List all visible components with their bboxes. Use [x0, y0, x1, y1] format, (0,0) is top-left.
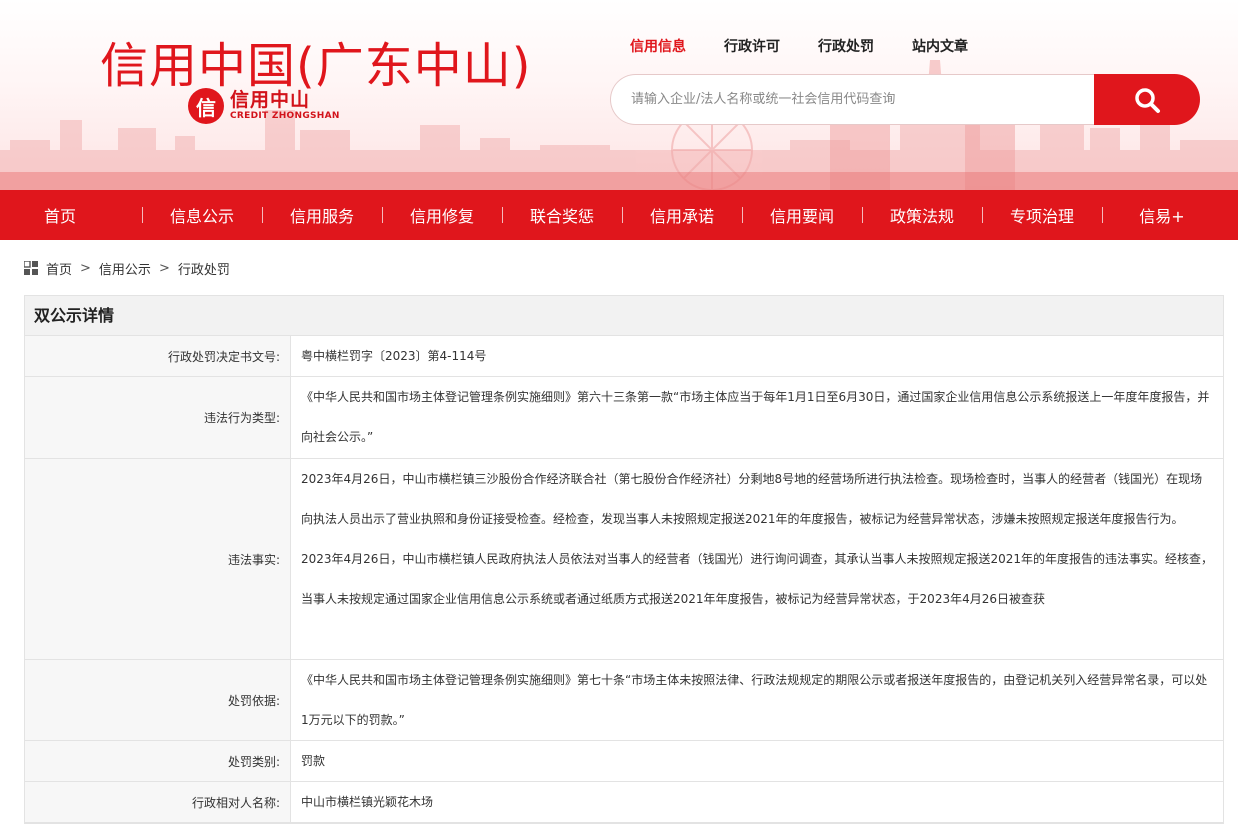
nav-info-publicity[interactable]: 信息公示: [142, 203, 262, 227]
nav-credit-service[interactable]: 信用服务: [262, 203, 382, 227]
detail-row-penalty-category: 处罚类别: 罚款: [25, 741, 1223, 782]
nav-credit-commitment[interactable]: 信用承诺: [622, 203, 742, 227]
main-nav: 首页 信息公示 信用服务 信用修复 联合奖惩 信用承诺 信用要闻 政策法规 专项…: [0, 190, 1238, 240]
top-links: 信用信息 行政许可 行政处罚 站内文章: [630, 36, 1006, 56]
row-value: 《中华人民共和国市场主体登记管理条例实施细则》第六十三条第一款“市场主体应当于每…: [301, 390, 1210, 444]
row-value: 2023年4月26日，中山市横栏镇三沙股份合作经济联合社（第七股份合作经济社）分…: [301, 472, 1213, 606]
panel-title: 双公示详情: [25, 296, 1223, 336]
detail-row-decision-number: 行政处罚决定书文号: 粤中横栏罚字〔2023〕第4-114号: [25, 336, 1223, 377]
row-label: 行政相对人名称:: [25, 782, 291, 822]
logo-english: CREDIT ZHONGSHAN: [230, 110, 340, 121]
site-header: 信用中国(广东中山) 信 信用中山 CREDIT ZHONGSHAN 信用信息 …: [0, 0, 1238, 190]
breadcrumb-separator: >: [158, 260, 170, 276]
row-label: 处罚依据:: [25, 660, 291, 740]
site-logo[interactable]: 信 信用中山 CREDIT ZHONGSHAN: [188, 88, 340, 124]
search-button[interactable]: [1094, 74, 1200, 125]
nav-joint-reward-punish[interactable]: 联合奖惩: [502, 203, 622, 227]
top-link-site-articles[interactable]: 站内文章: [912, 36, 968, 56]
row-label: 违法行为类型:: [25, 377, 291, 458]
top-link-credit-info[interactable]: 信用信息: [630, 36, 686, 56]
row-value: 《中华人民共和国市场主体登记管理条例实施细则》第七十条“市场主体未按照法律、行政…: [301, 673, 1208, 727]
search-icon: [1135, 87, 1160, 113]
detail-row-penalty-basis: 处罚依据: 《中华人民共和国市场主体登记管理条例实施细则》第七十条“市场主体未按…: [25, 660, 1223, 741]
detail-row-counterparty-name: 行政相对人名称: 中山市横栏镇光颖花木场: [25, 782, 1223, 823]
site-title[interactable]: 信用中国(广东中山): [100, 26, 531, 96]
detail-row-violation-facts: 违法事实: 2023年4月26日，中山市横栏镇三沙股份合作经济联合社（第七股份合…: [25, 459, 1223, 660]
top-link-admin-license[interactable]: 行政许可: [724, 36, 780, 56]
breadcrumb-separator: >: [80, 260, 91, 276]
nav-home[interactable]: 首页: [0, 203, 142, 227]
nav-credit-news[interactable]: 信用要闻: [742, 203, 862, 227]
row-value: 罚款: [301, 754, 326, 768]
nav-policy-regulations[interactable]: 政策法规: [862, 203, 982, 227]
logo-chinese: 信用中山: [230, 88, 311, 111]
nav-credit-repair[interactable]: 信用修复: [382, 203, 502, 227]
row-label: 违法事实:: [25, 459, 291, 659]
breadcrumb: 首页 > 信用公示 > 行政处罚: [0, 240, 1238, 296]
row-value: 中山市横栏镇光颖花木场: [301, 795, 434, 809]
logo-mark-icon: 信: [188, 88, 224, 124]
grid-icon: [24, 261, 38, 275]
row-value: 粤中横栏罚字〔2023〕第4-114号: [301, 349, 487, 363]
row-label: 处罚类别:: [25, 741, 291, 781]
breadcrumb-home[interactable]: 首页: [46, 259, 72, 278]
search-box: [610, 74, 1200, 125]
logo-text: 信用中山 CREDIT ZHONGSHAN: [230, 90, 340, 123]
row-label: 行政处罚决定书文号:: [25, 336, 291, 376]
breadcrumb-credit-publicity[interactable]: 信用公示: [99, 259, 151, 278]
search-input[interactable]: [610, 74, 1094, 125]
top-link-admin-penalty[interactable]: 行政处罚: [818, 36, 874, 56]
detail-panel: 双公示详情 行政处罚决定书文号: 粤中横栏罚字〔2023〕第4-114号 违法行…: [24, 295, 1224, 824]
detail-row-violation-type: 违法行为类型: 《中华人民共和国市场主体登记管理条例实施细则》第六十三条第一款“…: [25, 377, 1223, 459]
breadcrumb-admin-penalty[interactable]: 行政处罚: [178, 259, 230, 278]
nav-xinyi-plus[interactable]: 信易+: [1102, 203, 1222, 227]
nav-special-governance[interactable]: 专项治理: [982, 203, 1102, 227]
